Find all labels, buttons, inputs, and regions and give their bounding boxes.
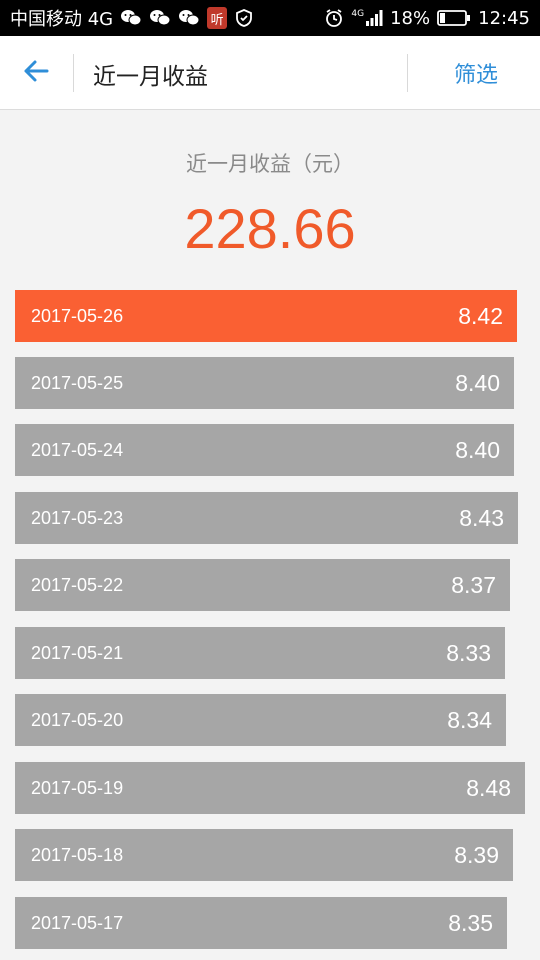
header-divider xyxy=(407,54,408,92)
battery-percent: 18% xyxy=(390,7,431,29)
earnings-row[interactable]: 2017-05-20 8.34 xyxy=(15,694,506,746)
row-date: 2017-05-24 xyxy=(31,440,124,460)
row-value: 8.33 xyxy=(446,640,491,666)
row-value: 8.48 xyxy=(466,775,511,801)
app-header: 近一月收益 筛选 xyxy=(0,36,540,110)
status-bar-right: 4G 18% 12:45 xyxy=(324,8,530,29)
row-value: 8.39 xyxy=(454,842,499,868)
page-title: 近一月收益 xyxy=(93,64,208,90)
wechat-icon xyxy=(178,9,200,27)
back-button[interactable] xyxy=(14,53,58,93)
earnings-row[interactable]: 2017-05-22 8.37 xyxy=(15,559,510,611)
earnings-row[interactable]: 2017-05-26 8.42 xyxy=(15,290,517,342)
row-date: 2017-05-23 xyxy=(31,508,124,528)
wechat-icon xyxy=(149,9,171,27)
signal-icon: 4G xyxy=(351,9,383,27)
row-date: 2017-05-25 xyxy=(31,373,124,393)
filter-button[interactable]: 筛选 xyxy=(454,57,498,89)
row-date: 2017-05-17 xyxy=(31,913,124,933)
row-date: 2017-05-21 xyxy=(31,643,124,663)
earnings-row[interactable]: 2017-05-21 8.33 xyxy=(15,627,505,679)
earnings-row[interactable]: 2017-05-24 8.40 xyxy=(15,424,514,476)
battery-icon xyxy=(437,9,471,27)
network-type-label: 4G xyxy=(351,9,365,19)
earnings-row[interactable]: 2017-05-23 8.43 xyxy=(15,492,518,544)
row-value: 8.34 xyxy=(447,707,492,733)
listen-app-icon: 听 xyxy=(207,7,228,29)
row-value: 8.37 xyxy=(451,572,496,598)
back-arrow-icon xyxy=(23,59,49,87)
carrier-label: 中国移动 4G xyxy=(10,9,114,30)
row-value: 8.40 xyxy=(455,437,500,463)
header-divider xyxy=(73,54,74,92)
row-value: 8.42 xyxy=(458,303,503,329)
status-bar: 中国移动 4G 听 4G 18% 12:45 xyxy=(0,0,540,36)
row-date: 2017-05-26 xyxy=(31,306,124,326)
earnings-row[interactable]: 2017-05-17 8.35 xyxy=(15,897,507,949)
earnings-row[interactable]: 2017-05-19 8.48 xyxy=(15,762,525,814)
summary-amount: 228.66 xyxy=(184,197,356,260)
summary-label: 近一月收益（元） xyxy=(186,152,354,176)
row-date: 2017-05-22 xyxy=(31,575,124,595)
row-date: 2017-05-20 xyxy=(31,710,124,730)
clock: 12:45 xyxy=(478,7,530,29)
shield-icon xyxy=(234,8,254,28)
row-value: 8.43 xyxy=(459,505,504,531)
earnings-row[interactable]: 2017-05-18 8.39 xyxy=(15,829,513,881)
row-date: 2017-05-19 xyxy=(31,778,124,798)
row-date: 2017-05-18 xyxy=(31,845,124,865)
wechat-icon xyxy=(120,9,142,27)
earnings-row[interactable]: 2017-05-25 8.40 xyxy=(15,357,514,409)
row-value: 8.35 xyxy=(448,910,493,936)
alarm-icon xyxy=(324,8,344,28)
status-bar-left: 中国移动 4G 听 xyxy=(10,5,254,31)
row-value: 8.40 xyxy=(455,370,500,396)
